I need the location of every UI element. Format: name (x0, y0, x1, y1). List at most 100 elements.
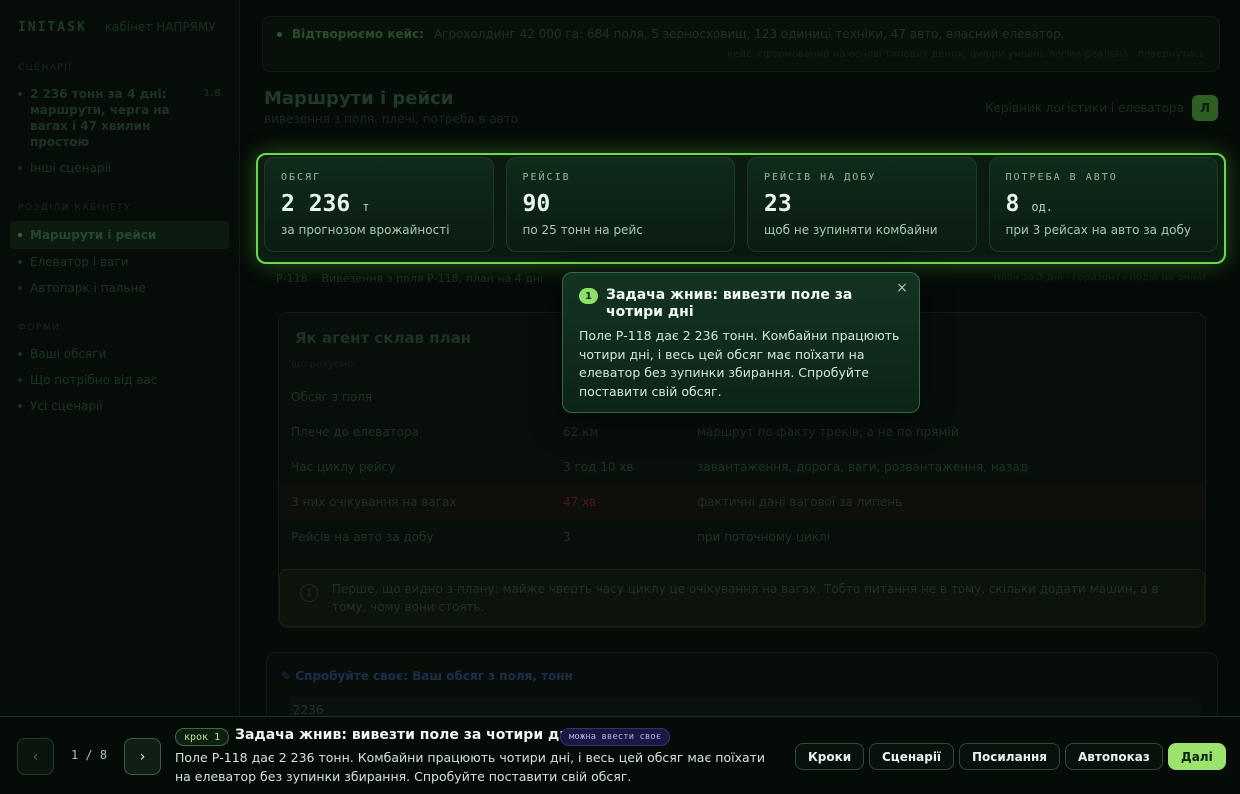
user-block[interactable]: Керівник логістики і елеватора Л (985, 95, 1218, 121)
next-step-button[interactable]: › (124, 738, 161, 775)
chevron-right-icon: › (139, 748, 146, 765)
sidebar-item-routes[interactable]: Маршрути і рейси (10, 221, 229, 249)
sidebar: INITASK кабінет НАПРЯМУ СЦЕНАРІЇ 2 236 т… (0, 0, 240, 716)
step-title: Задача жнив: вивезти поле за чотири дні (235, 727, 574, 743)
sidebar-item-elevator[interactable]: Елеватор і ваги (0, 249, 239, 275)
tour-popover: 1 Задача жнив: вивезти поле за чотири дн… (562, 272, 920, 413)
stat-value: 90 (522, 191, 551, 217)
note-number: 1 (300, 584, 318, 602)
note-text: Перше, що видно з плану: майже чверть ча… (332, 582, 1159, 614)
popover-header: 1 Задача жнив: вивезти поле за чотири дн… (579, 287, 903, 321)
sidebar-item-your-volumes[interactable]: Ваші обсяги (0, 341, 239, 367)
stat-note: при 3 рейсах на авто за добу (1005, 223, 1191, 237)
table-cell-name: Плече до елеватора (291, 424, 419, 439)
stat-label: РЕЙСІВ (522, 172, 571, 183)
table-cell-value: 3 (563, 529, 571, 544)
stat-card-volume: ОБСЯГ 2 236 т за прогнозом врожайності (264, 157, 494, 252)
sidebar-item-what-needed[interactable]: Що потрібно від вас (0, 367, 239, 393)
bullet-icon (18, 166, 22, 170)
stat-card-trips: РЕЙСІВ 90 по 25 тонн на рейс (505, 157, 735, 252)
page-title: Маршрути і рейси (264, 88, 454, 109)
case-banner-line: Відтворюємо кейс: Агрохолдинг 42 000 га:… (263, 17, 1219, 41)
sidebar-section-sections: РОЗДІЛИ КАБІНЕТУ (18, 203, 132, 213)
logo-subtitle: кабінет НАПРЯМУ (104, 20, 216, 34)
sidebar-item-label: Що потрібно від вас (30, 373, 158, 387)
page-subtitle: вивезення з поля, плечі, потреба в авто (264, 112, 519, 126)
step-pill: крок 1 (175, 728, 230, 746)
step-description: Поле Р-118 дає 2 236 тонн. Комбайни прац… (175, 750, 766, 784)
table-cell-comment: при поточному циклі (697, 529, 831, 544)
bullet-icon (18, 260, 22, 264)
sidebar-section-scenarios: СЦЕНАРІЇ (18, 63, 73, 73)
tour-bottom-bar: ‹ 1 / 8 › крок 1 Задача жнив: вивезти по… (0, 716, 1240, 794)
bullet-icon (18, 233, 22, 237)
bullet-icon (18, 378, 22, 382)
avatar[interactable]: Л (1192, 95, 1218, 121)
stat-label: ОБСЯГ (281, 172, 322, 183)
scenarios-button[interactable]: Сценарії (869, 743, 955, 770)
logo-row: INITASK кабінет НАПРЯМУ (0, 0, 239, 35)
next-button[interactable]: Далі (1168, 743, 1226, 770)
stat-value-row: 23 (764, 191, 960, 217)
logo[interactable]: INITASK (18, 20, 87, 35)
stat-label: ПОТРЕБА В АВТО (1005, 172, 1118, 183)
table-cell-name: Обсяг з поля (291, 389, 373, 404)
table-row-warning: З них очікування на вагах 47 хв фактичні… (279, 484, 1205, 519)
prev-step-button[interactable]: ‹ (17, 738, 54, 775)
app-root: INITASK кабінет НАПРЯМУ СЦЕНАРІЇ 2 236 т… (0, 0, 1240, 794)
table-row: Рейсів на авто за добу 3 при поточному ц… (279, 519, 1205, 554)
table-cell-value: 3 год 10 хв (563, 459, 634, 474)
sidebar-item-other-scenarios[interactable]: Інші сценарії (0, 155, 239, 181)
stat-note: щоб не зупиняти комбайни (764, 223, 938, 237)
bullet-icon (18, 404, 22, 408)
table-cell-value: 62 км (563, 424, 599, 439)
bullet-icon (18, 92, 22, 96)
plan-context-right: план за 3 дні · горизонт і поділ на змін… (993, 272, 1206, 283)
table-cell-name: З них очікування на вагах (291, 494, 457, 509)
steps-button[interactable]: Кроки (795, 743, 865, 770)
field-code: Р-118 (276, 272, 308, 285)
plan-title: Як агент склав план (295, 329, 472, 347)
editable-tag: можна ввести своє (560, 728, 671, 746)
stats-highlight: ОБСЯГ 2 236 т за прогнозом врожайності Р… (256, 153, 1226, 264)
chevron-left-icon: ‹ (32, 748, 39, 765)
plan-table-header: що рахуємо (291, 359, 354, 370)
stat-label: РЕЙСІВ НА ДОБУ (764, 172, 877, 183)
table-row: Плече до елеватора 62 км маршрут по факт… (279, 414, 1205, 449)
stat-note: по 25 тонн на рейс (522, 223, 643, 237)
table-cell-value: 47 хв (563, 494, 597, 509)
table-cell-comment: фактичні дані вагової за липень (697, 494, 903, 509)
user-role: Керівник логістики і елеватора (985, 101, 1184, 115)
case-banner: Відтворюємо кейс: Агрохолдинг 42 000 га:… (262, 16, 1220, 72)
stat-value-row: 2 236 т (281, 191, 477, 217)
table-row: Час циклу рейсу 3 год 10 хв завантаження… (279, 449, 1205, 484)
sidebar-item-label: Усі сценарії (30, 399, 103, 413)
close-icon[interactable]: × (895, 280, 909, 296)
sidebar-section-forms: ФОРМИ (18, 323, 61, 333)
popover-title: Задача жнив: вивезти поле за чотири дні (606, 287, 853, 320)
case-banner-label: Відтворюємо кейс: (292, 27, 424, 41)
sidebar-item-current-scenario[interactable]: 2 236 тонн за 4 дні: маршрути, черга на … (0, 81, 239, 155)
step-number-badge: 1 (579, 288, 598, 304)
case-banner-text: Агрохолдинг 42 000 га: 684 поля, 5 зерно… (433, 27, 1065, 41)
table-cell-name: Рейсів на авто за добу (291, 529, 434, 544)
popover-body: Поле Р-118 дає 2 236 тонн. Комбайни прац… (579, 328, 900, 399)
table-cell-comment: завантаження, дорога, ваги, розвантаженн… (697, 459, 1029, 474)
bullet-icon (18, 352, 22, 356)
stat-value: 8 (1005, 191, 1020, 217)
stat-value: 23 (764, 191, 792, 217)
stat-note: за прогнозом врожайності (281, 223, 450, 237)
links-button[interactable]: Посилання (959, 743, 1060, 770)
sidebar-item-count: 1.8 (203, 88, 221, 99)
sidebar-item-label: Ваші обсяги (30, 347, 107, 361)
case-banner-subtext[interactable]: кейс: сформований на основі типових дани… (263, 41, 1219, 60)
bullet-icon (18, 286, 22, 290)
table-cell-name: Час циклу рейсу (291, 459, 396, 474)
sidebar-item-label: Елеватор і ваги (30, 255, 129, 269)
sidebar-item-all-scenarios[interactable]: Усі сценарії (0, 393, 239, 419)
sidebar-item-fleet[interactable]: Автопарк і пальне (0, 275, 239, 301)
stat-value-row: 8 од. (1006, 191, 1202, 217)
status-dot-icon (277, 31, 282, 37)
stat-value-row: 90 (523, 191, 719, 217)
autoplay-button[interactable]: Автопоказ (1065, 743, 1163, 770)
